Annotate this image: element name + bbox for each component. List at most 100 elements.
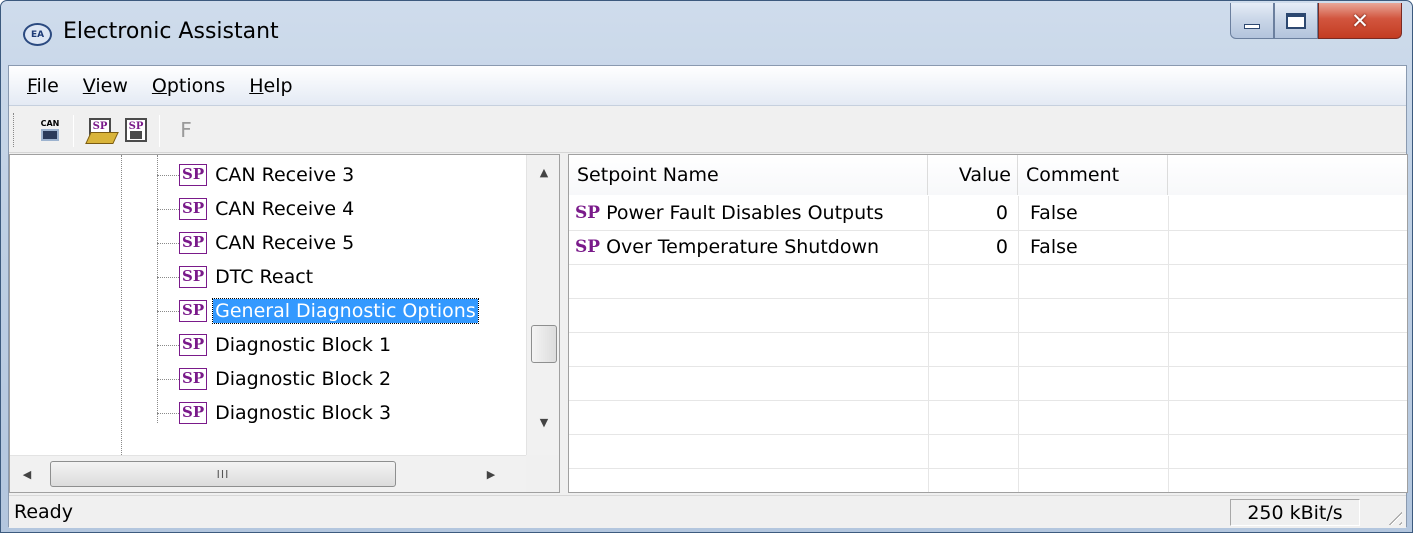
column-header-filler [1168, 155, 1407, 195]
column-header-setpoint-name[interactable]: Setpoint Name [569, 155, 928, 195]
tree-guide-line [121, 155, 122, 455]
tree-connector [157, 208, 179, 210]
menu-view[interactable]: View [71, 75, 140, 97]
scroll-right-icon[interactable]: ▶ [474, 456, 508, 492]
close-icon: ✕ [1351, 8, 1369, 33]
tree-connector [157, 242, 179, 244]
grid-line [569, 264, 1407, 265]
table-row[interactable]: SP Over Temperature Shutdown 0 False [569, 230, 1407, 264]
open-setpoints-button[interactable]: SP [85, 115, 115, 145]
tree-item[interactable]: SP Diagnostic Block 3 [157, 396, 393, 430]
open-setpoints-icon: SP [89, 118, 111, 142]
maximize-button[interactable] [1274, 3, 1318, 39]
menu-file[interactable]: File [15, 75, 71, 97]
tree-connector [157, 378, 179, 380]
tree-item[interactable]: SP CAN Receive 5 [157, 226, 356, 260]
setpoint-icon: SP [179, 334, 208, 356]
grid-line [569, 366, 1407, 367]
minimize-icon [1244, 24, 1260, 29]
list-body: SP Power Fault Disables Outputs 0 False … [569, 196, 1407, 492]
horizontal-scroll-thumb[interactable]: III [50, 461, 396, 487]
setpoint-icon: SP [179, 232, 208, 254]
tree-connector [157, 276, 179, 278]
tree-item[interactable]: SP CAN Receive 4 [157, 192, 356, 226]
grid-line [569, 434, 1407, 435]
toolbar-separator [73, 115, 74, 147]
table-row[interactable]: SP Power Fault Disables Outputs 0 False [569, 196, 1407, 230]
setpoint-icon: SP [575, 203, 601, 223]
scroll-down-icon[interactable]: ▼ [527, 405, 559, 439]
grid-line [569, 298, 1407, 299]
tree-item-label: Diagnostic Block 1 [215, 334, 392, 356]
setpoint-value: 0 [995, 236, 1008, 258]
grid-line [569, 400, 1407, 401]
tree-vertical-scrollbar[interactable]: ▲ ▼ [526, 155, 559, 455]
f-icon: F [180, 118, 192, 142]
tree-connector [157, 344, 179, 346]
window-title: Electronic Assistant [63, 19, 279, 44]
tree-horizontal-scrollbar[interactable]: ◀ III ▶ [10, 455, 526, 492]
setpoint-comment: False [1030, 236, 1078, 258]
f-button[interactable]: F [171, 115, 201, 145]
setpoint-icon: SP [179, 266, 208, 288]
setpoint-icon: SP [179, 368, 208, 390]
save-setpoints-button[interactable]: SP [121, 115, 151, 145]
tree-connector [157, 174, 179, 176]
menu-help[interactable]: Help [237, 75, 304, 97]
setpoint-list[interactable]: Setpoint Name Value Comment SP Power Fau… [568, 154, 1408, 493]
setpoint-icon: SP [179, 402, 208, 424]
tree-item[interactable]: SP Diagnostic Block 1 [157, 328, 393, 362]
minimize-button[interactable] [1230, 3, 1274, 39]
tree-item-selected[interactable]: SP General Diagnostic Options [157, 294, 479, 328]
menu-options[interactable]: Options [140, 75, 237, 97]
client-area: File View Options Help CAN SP SP F SP CA… [8, 65, 1408, 528]
tree-rows: SP CAN Receive 3 SP CAN Receive 4 SP CAN… [10, 155, 526, 455]
list-header: Setpoint Name Value Comment [569, 155, 1407, 195]
can-connect-icon: CAN [41, 119, 59, 141]
setpoint-value: 0 [995, 202, 1008, 224]
setpoint-icon: SP [179, 164, 208, 186]
tree-item-label: Diagnostic Block 2 [215, 368, 392, 390]
tree-item-label: CAN Receive 4 [215, 198, 355, 220]
scroll-up-icon[interactable]: ▲ [527, 155, 559, 189]
tree-connector [157, 310, 179, 312]
grid-line [569, 332, 1407, 333]
setpoint-icon: SP [575, 237, 601, 257]
column-header-comment[interactable]: Comment [1018, 155, 1168, 195]
setpoint-name: Over Temperature Shutdown [606, 236, 880, 258]
maximize-icon [1286, 12, 1306, 29]
toolbar-separator [159, 115, 160, 147]
menu-bar: File View Options Help [9, 66, 1406, 106]
tree-item-label: CAN Receive 3 [215, 164, 355, 186]
main-window: EA Electronic Assistant ✕ File View Opti… [0, 0, 1413, 533]
column-header-value[interactable]: Value [928, 155, 1018, 195]
tree-item[interactable]: SP Diagnostic Block 2 [157, 362, 393, 396]
scroll-left-icon[interactable]: ◀ [10, 456, 44, 492]
tree-connector [157, 412, 179, 414]
save-setpoints-icon: SP [125, 118, 147, 142]
tree-item[interactable]: SP DTC React [157, 260, 315, 294]
vertical-scroll-thumb[interactable] [531, 325, 557, 363]
setpoint-comment: False [1030, 202, 1078, 224]
setpoint-icon: SP [179, 300, 208, 322]
close-button[interactable]: ✕ [1318, 3, 1402, 39]
status-bar: Ready 250 kBit/s [9, 495, 1406, 528]
setpoint-name-cell: SP Over Temperature Shutdown [569, 230, 928, 264]
window-controls: ✕ [1230, 3, 1402, 39]
toolbar: CAN SP SP F [9, 107, 1406, 153]
scroll-grip-icon: III [216, 467, 230, 481]
baud-rate-indicator: 250 kBit/s [1230, 499, 1360, 526]
scrollbar-corner [526, 455, 559, 492]
setpoint-name: Power Fault Disables Outputs [606, 202, 884, 224]
tree-item-label: DTC React [215, 266, 314, 288]
can-connect-button[interactable]: CAN [35, 115, 65, 145]
resize-grip-icon[interactable] [1382, 505, 1402, 525]
tree-item[interactable]: SP CAN Receive 3 [157, 158, 356, 192]
tree-item-label: CAN Receive 5 [215, 232, 355, 254]
setpoint-name-cell: SP Power Fault Disables Outputs [569, 196, 928, 230]
setpoint-icon: SP [179, 198, 208, 220]
app-icon: EA [23, 23, 52, 46]
title-bar[interactable]: EA Electronic Assistant ✕ [1, 1, 1412, 65]
toolbar-grip[interactable] [13, 113, 16, 147]
setpoint-tree[interactable]: SP CAN Receive 3 SP CAN Receive 4 SP CAN… [9, 154, 560, 493]
